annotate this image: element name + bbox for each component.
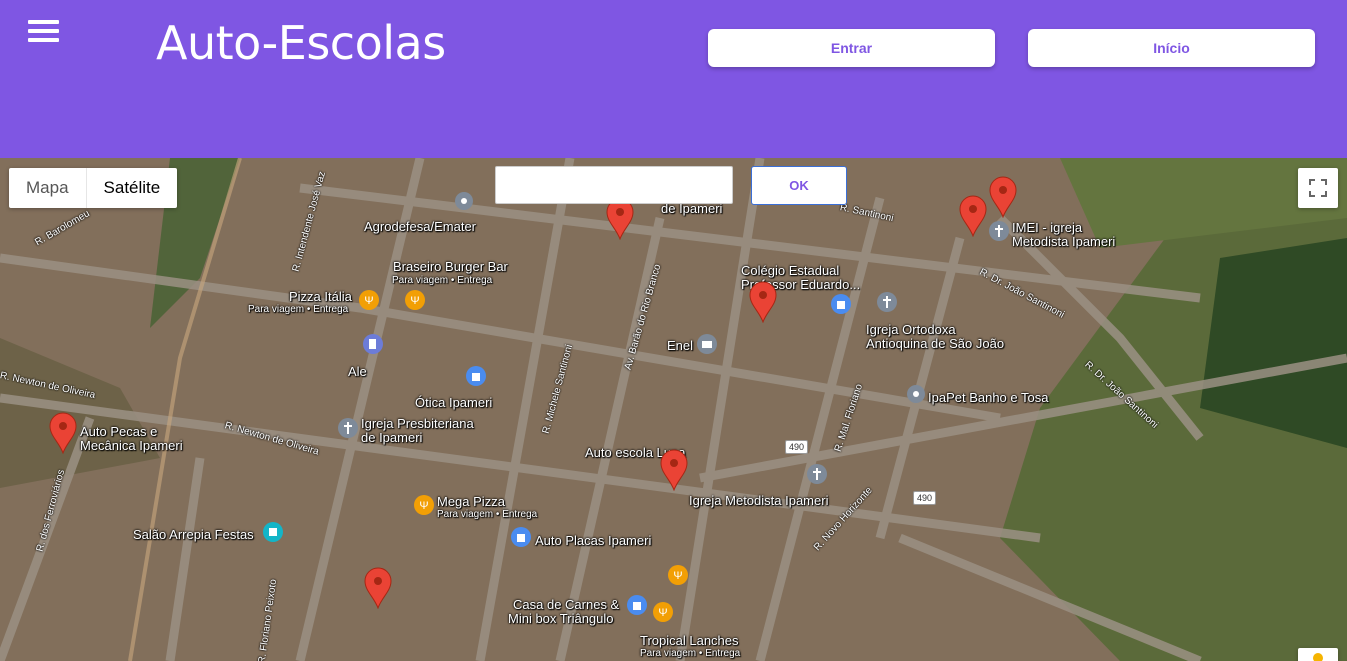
place-label[interactable]: Mini box Triângulo <box>508 612 614 626</box>
fullscreen-icon <box>1309 179 1327 197</box>
restaurant-icon[interactable]: Ψ <box>667 564 689 586</box>
church-icon[interactable] <box>876 291 898 313</box>
location-pin-icon[interactable] <box>905 385 927 407</box>
driving-school-marker-icon[interactable] <box>606 198 634 240</box>
bank-icon[interactable] <box>696 333 718 355</box>
place-label[interactable]: Igreja Ortodoxa <box>866 323 956 337</box>
login-button[interactable]: Entrar <box>708 29 995 67</box>
svg-text:Ψ: Ψ <box>364 295 373 307</box>
place-label[interactable]: Agrodefesa/Emater <box>364 220 476 234</box>
place-label[interactable]: Mega Pizza <box>437 495 505 509</box>
church-icon[interactable] <box>806 463 828 485</box>
shopping-icon[interactable] <box>830 293 852 315</box>
place-label[interactable]: Pizza Itália <box>289 290 352 304</box>
place-label[interactable]: Mecânica Ipameri <box>80 439 183 453</box>
app-header: Auto-Escolas Entrar Início <box>0 0 1347 158</box>
place-label[interactable]: Tropical Lanches <box>640 634 739 648</box>
place-sublabel: Para viagem • Entrega <box>248 304 349 315</box>
place-label[interactable]: Igreja Metodista Ipameri <box>689 494 828 508</box>
location-pin-icon[interactable] <box>453 192 475 214</box>
driving-school-marker-icon[interactable] <box>959 195 987 237</box>
place-label[interactable]: Enel <box>667 339 693 353</box>
restaurant-icon[interactable]: Ψ <box>404 289 426 311</box>
driving-school-marker-icon[interactable] <box>749 281 777 323</box>
place-label[interactable]: IMEI - igreja <box>1012 221 1082 235</box>
shopping-icon[interactable] <box>465 365 487 387</box>
map-type-control: Mapa Satélite <box>9 168 178 208</box>
place-label[interactable]: de Ipameri <box>361 431 422 445</box>
place-label[interactable]: Ótica Ipameri <box>415 396 492 410</box>
place-label[interactable]: Auto Placas Ipameri <box>535 534 651 548</box>
place-label[interactable]: Auto Pecas e <box>80 425 157 439</box>
svg-text:Ψ: Ψ <box>410 295 419 307</box>
search-input[interactable] <box>495 166 733 204</box>
gas-station-icon[interactable] <box>362 333 384 355</box>
driving-school-marker-icon[interactable] <box>364 567 392 609</box>
map-type-satellite-button[interactable]: Satélite <box>87 168 178 208</box>
place-label[interactable]: Antioquina de São João <box>866 337 1004 351</box>
svg-text:Ψ: Ψ <box>673 570 682 582</box>
restaurant-icon[interactable]: Ψ <box>358 289 380 311</box>
search-ok-button[interactable]: OK <box>751 166 847 205</box>
driving-school-marker-icon[interactable] <box>49 412 77 454</box>
place-label[interactable]: Salão Arrepia Festas <box>133 528 254 542</box>
app-title: Auto-Escolas <box>156 16 446 70</box>
shopping-icon[interactable] <box>626 594 648 616</box>
place-label[interactable]: IpaPet Banho e Tosa <box>928 391 1048 405</box>
driving-school-marker-icon[interactable] <box>660 449 688 491</box>
driving-school-marker-icon[interactable] <box>989 176 1017 218</box>
home-button[interactable]: Início <box>1028 29 1315 67</box>
place-label[interactable]: Braseiro Burger Bar <box>393 260 508 274</box>
place-sublabel: Para viagem • Entrega <box>437 509 538 520</box>
hamburger-menu-icon[interactable] <box>28 20 59 44</box>
place-label[interactable]: Metodista Ipameri <box>1012 235 1115 249</box>
street-view-pegman-button[interactable] <box>1298 648 1338 661</box>
place-label[interactable]: Colégio Estadual <box>741 264 839 278</box>
event-venue-icon[interactable] <box>262 521 284 543</box>
map-view[interactable]: Agrodefesa/Emater Braseiro Burger Bar Pi… <box>0 158 1347 661</box>
church-icon[interactable] <box>337 417 359 439</box>
highway-shield: 490 <box>785 440 809 454</box>
highway-shield: 490 <box>913 491 937 505</box>
restaurant-icon[interactable]: Ψ <box>413 494 435 516</box>
map-type-map-button[interactable]: Mapa <box>9 168 87 208</box>
place-label[interactable]: Casa de Carnes & <box>513 598 619 612</box>
church-icon[interactable] <box>988 220 1010 242</box>
svg-text:Ψ: Ψ <box>419 500 428 512</box>
fullscreen-button[interactable] <box>1298 168 1338 208</box>
place-label[interactable]: Ale <box>348 365 367 379</box>
restaurant-icon[interactable]: Ψ <box>652 601 674 623</box>
shopping-icon[interactable] <box>510 526 532 548</box>
place-label[interactable]: Igreja Presbiteriana <box>361 417 474 431</box>
place-label[interactable]: de Ipameri <box>661 202 722 216</box>
pegman-icon <box>1313 653 1323 661</box>
place-sublabel: Para viagem • Entrega <box>392 275 493 286</box>
place-sublabel: Para viagem • Entrega <box>640 648 741 659</box>
svg-text:Ψ: Ψ <box>658 607 667 619</box>
